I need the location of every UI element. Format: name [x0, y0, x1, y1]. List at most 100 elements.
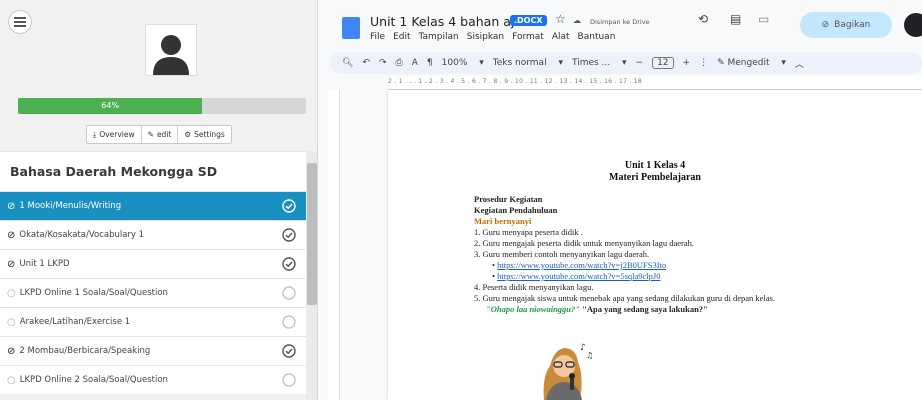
edit-button[interactable]: ✎ edit [142, 126, 179, 143]
youtube-link[interactable]: https://www.youtube.com/watch?v=j2B0UFS3… [497, 260, 666, 270]
empty-circle-icon: ○ [7, 316, 16, 328]
hamburger-icon [14, 17, 26, 27]
page-body: Prosedur Kegiatan Kegiatan Pendahuluan M… [474, 194, 775, 315]
overview-button[interactable]: ⤓ Overview [87, 126, 142, 143]
page-subheading: Materi Pembelajaran [609, 172, 701, 183]
pencil-icon: ✎ [147, 130, 154, 139]
avatar [145, 24, 197, 76]
star-icon[interactable]: ☆ [555, 12, 566, 26]
lesson-item[interactable]: ○ LKPD Online 1 Soala/Soal/Question [0, 278, 306, 307]
step-text: 5. Guru mengajak siswa untuk menebak apa… [474, 293, 775, 303]
step-text: 2. Guru mengajak peserta didik untuk men… [474, 238, 694, 248]
download-icon: ⤓ [93, 130, 97, 139]
zoom-select[interactable]: 100% ▾ [442, 58, 484, 68]
meet-icon[interactable]: ▭ [758, 12, 769, 26]
font-size-input[interactable]: 12 [652, 57, 674, 69]
lesson-item[interactable]: ⊘ 1 Mooki/Menulis/Writing [0, 191, 306, 220]
page-heading: Unit 1 Kelas 4 [624, 160, 686, 171]
scrollbar-thumb[interactable] [307, 163, 317, 305]
editing-mode-select[interactable]: ✎ Mengedit ▾ [717, 58, 786, 68]
doc-viewer: Unit 1 Kelas 4 bahan ajar .DOCX ☆ ☁ Disi… [318, 0, 922, 400]
lesson-item[interactable]: ○ LKPD Online 2 Soala/Soal/Question [0, 365, 306, 394]
menu-format[interactable]: Format [512, 32, 544, 42]
lesson-item[interactable]: ⊘ Unit 1 LKPD [0, 249, 306, 278]
svg-text:♫: ♫ [586, 351, 593, 360]
empty-circle-icon: ○ [7, 287, 16, 299]
step-text: 3. Guru memberi contoh menyanyikan lagu … [474, 249, 650, 259]
course-actions: ⤓ Overview ✎ edit ⚙ Settings [86, 125, 232, 144]
lesson-item-label: LKPD Online 2 Soala/Soal/Question [19, 374, 168, 385]
completed-check-icon[interactable] [282, 257, 296, 271]
incomplete-circle-icon[interactable] [282, 286, 296, 300]
link-item: • https://www.youtube.com/watch?v=j2B0UF… [492, 260, 667, 270]
menu-help[interactable]: Bantuan [578, 32, 616, 42]
lesson-item[interactable]: ○ Arakee/Latihan/Exercise 1 [0, 307, 306, 336]
style-select[interactable]: Teks normal ▾ [493, 58, 563, 68]
subsection-heading: Mari bernyanyi [474, 216, 532, 226]
profile-avatar[interactable] [904, 13, 922, 37]
lesson-item-label: Unit 1 LKPD [19, 258, 70, 269]
section-heading: Kegiatan Pendahuluan [474, 205, 558, 215]
collapse-icon[interactable]: ︿ [795, 57, 804, 70]
menubar: File Edit Tampilan Sisipkan Format Alat … [370, 32, 615, 42]
horizontal-ruler: 2 . 1 . . . 1 . 2 . 3 . 4 . 5 . 6 . 7 . … [388, 76, 922, 90]
lesson-item-label: Arakee/Latihan/Exercise 1 [19, 316, 131, 327]
lesson-item-label: 2 Mombau/Berbicara/Speaking [19, 345, 151, 356]
menu-view[interactable]: Tampilan [419, 32, 459, 42]
completed-check-icon[interactable] [282, 228, 296, 242]
hamburger-menu-button[interactable] [8, 10, 32, 34]
lock-icon: ⊘ [821, 20, 830, 30]
link-item: • https://www.youtube.com/watch?v=5sqla9… [492, 271, 661, 281]
incomplete-circle-icon[interactable] [282, 373, 296, 387]
progress-label: 64% [101, 101, 120, 110]
font-size-increase[interactable]: + [683, 58, 691, 68]
singing-teacher-sticker-icon: ♪ ♫ [543, 343, 593, 400]
lesson-item-label: 1 Mooki/Menulis/Writing [19, 200, 122, 211]
redo-icon[interactable]: ↷ [379, 58, 387, 68]
share-button[interactable]: ⊘ Bagikan [800, 12, 892, 38]
cloud-icon: ☁ [573, 16, 581, 25]
settings-button[interactable]: ⚙ Settings [178, 126, 231, 143]
menu-tools[interactable]: Alat [552, 32, 570, 42]
spellcheck-icon[interactable]: A [412, 58, 418, 68]
lesson-item[interactable]: ⊘ Okata/Kosakata/Vocabulary 1 [0, 220, 306, 249]
empty-circle-icon: ○ [7, 374, 16, 386]
check-circle-icon: ⊘ [7, 345, 16, 357]
lesson-item-label: LKPD Online 1 Soala/Soal/Question [19, 287, 168, 298]
incomplete-circle-icon[interactable] [282, 315, 296, 329]
section-heading: Prosedur Kegiatan [474, 194, 543, 204]
docx-badge: .DOCX [510, 15, 547, 26]
paint-format-icon[interactable]: ¶ [427, 58, 433, 68]
toolbar: 🔍︎ ↶ ↷ ⎙ A ¶ 100% ▾ Teks normal ▾ Times … [330, 52, 922, 74]
check-circle-icon: ⊘ [7, 200, 16, 212]
course-title: Bahasa Daerah Mekongga SD [0, 151, 306, 191]
print-icon[interactable]: ⎙ [396, 58, 403, 68]
course-sidebar: 64% ⤓ Overview ✎ edit ⚙ Settings Bahasa Dae… [0, 0, 318, 400]
check-circle-icon: ⊘ [7, 258, 16, 270]
menu-edit[interactable]: Edit [393, 32, 410, 42]
lesson-item-label: Okata/Kosakata/Vocabulary 1 [19, 229, 145, 240]
user-silhouette-icon [153, 35, 189, 75]
youtube-link[interactable]: https://www.youtube.com/watch?v=5sqla9cl… [497, 271, 660, 281]
font-size-decrease[interactable]: − [636, 58, 644, 68]
more-icon[interactable]: ⋮ [699, 58, 708, 68]
menu-file[interactable]: File [370, 32, 385, 42]
check-circle-icon: ⊘ [7, 229, 16, 241]
step-text: 1. Guru menyapa peserta didik . [474, 227, 583, 237]
completed-check-icon[interactable] [282, 344, 296, 358]
vertical-ruler [328, 90, 340, 400]
saved-status: Disimpan ke Drive [590, 18, 650, 26]
quote-line: "Ohapo laa niowainggu?" "Apa yang sedang… [486, 304, 708, 314]
menu-insert[interactable]: Sisipkan [467, 32, 504, 42]
doc-title[interactable]: Unit 1 Kelas 4 bahan ajar [370, 14, 527, 29]
search-icon[interactable]: 🔍︎ [342, 58, 353, 68]
history-icon[interactable]: ⟲ [698, 12, 708, 26]
document-page[interactable]: Unit 1 Kelas 4 Materi Pembelajaran Prose… [388, 90, 922, 400]
font-select[interactable]: Times ... ▾ [572, 58, 627, 68]
undo-icon[interactable]: ↶ [362, 58, 370, 68]
lesson-list: ⊘ 1 Mooki/Menulis/Writing ⊘ Okata/Kosakata/… [0, 191, 306, 394]
lesson-item[interactable]: ⊘ 2 Mombau/Berbicara/Speaking [0, 336, 306, 365]
comment-icon[interactable]: ▤ [730, 12, 741, 26]
gear-icon: ⚙ [184, 130, 192, 139]
completed-check-icon[interactable] [282, 199, 296, 213]
